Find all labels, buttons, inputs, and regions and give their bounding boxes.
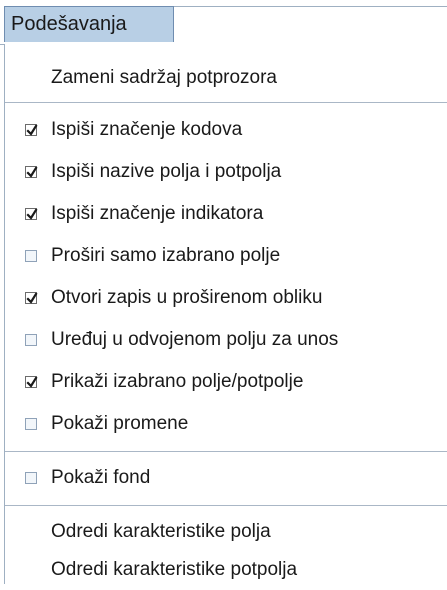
checkbox-unchecked-icon[interactable]: [25, 250, 37, 262]
menu-item-replace-subwindow[interactable]: Zameni sadržaj potprozora: [5, 58, 447, 98]
menu-item-edit-separate-field[interactable]: Uređuj u odvojenom polju za unos: [5, 320, 447, 360]
checkbox-checked-icon[interactable]: [25, 166, 38, 178]
menu-bar: Podešavanja: [0, 0, 447, 45]
checkbox-unchecked-icon[interactable]: [25, 334, 37, 346]
menu-item-open-record-expanded[interactable]: Otvori zapis u proširenom obliku: [5, 278, 447, 318]
checkbox-checked-icon[interactable]: [25, 208, 38, 220]
checkbox-checked-icon[interactable]: [25, 124, 38, 136]
menu-item-label: Ispiši značenje kodova: [51, 119, 243, 140]
menu-item-subfield-properties[interactable]: Odredi karakteristike potpolja: [5, 550, 447, 590]
menu-item-label: Odredi karakteristike polja: [51, 521, 271, 542]
menu-item-label: Otvori zapis u proširenom obliku: [51, 287, 323, 308]
menu-item-label: Odredi karakteristike potpolja: [51, 559, 298, 580]
menu-separator: [5, 505, 447, 506]
menu-item-show-field-names[interactable]: Ispiši nazive polja i potpolja: [5, 152, 447, 192]
checkbox-unchecked-icon[interactable]: [25, 472, 37, 484]
menu-item-label: Pokaži promene: [51, 413, 189, 434]
settings-dropdown: Zameni sadržaj potprozora Ispiši značenj…: [4, 44, 447, 584]
menu-item-label: Zameni sadržaj potprozora: [51, 67, 277, 88]
menu-settings[interactable]: Podešavanja: [4, 6, 174, 42]
menu-item-field-properties[interactable]: Odredi karakteristike polja: [5, 512, 447, 552]
checkbox-checked-icon[interactable]: [25, 376, 38, 388]
menu-separator: [5, 451, 447, 452]
menu-separator: [5, 102, 447, 103]
menu-item-label: Ispiši značenje indikatora: [51, 203, 264, 224]
menu-item-show-code-meaning[interactable]: Ispiši značenje kodova: [5, 110, 447, 150]
menu-item-label: Prikaži izabrano polje/potpolje: [51, 371, 304, 392]
menu-item-label: Pokaži fond: [51, 467, 151, 488]
menu-item-show-fond[interactable]: Pokaži fond: [5, 458, 447, 498]
menu-item-expand-selected-field[interactable]: Proširi samo izabrano polje: [5, 236, 447, 276]
menu-item-show-indicator-meaning[interactable]: Ispiši značenje indikatora: [5, 194, 447, 234]
menu-item-show-changes[interactable]: Pokaži promene: [5, 404, 447, 444]
checkbox-checked-icon[interactable]: [25, 292, 38, 304]
menu-bar-empty-area: [174, 6, 447, 44]
menu-item-show-selected-field[interactable]: Prikaži izabrano polje/potpolje: [5, 362, 447, 402]
menu-item-label: Ispiši nazive polja i potpolja: [51, 161, 282, 182]
menu-item-label: Proširi samo izabrano polje: [51, 245, 281, 266]
checkbox-unchecked-icon[interactable]: [25, 418, 37, 430]
menu-item-label: Uređuj u odvojenom polju za unos: [51, 329, 339, 350]
